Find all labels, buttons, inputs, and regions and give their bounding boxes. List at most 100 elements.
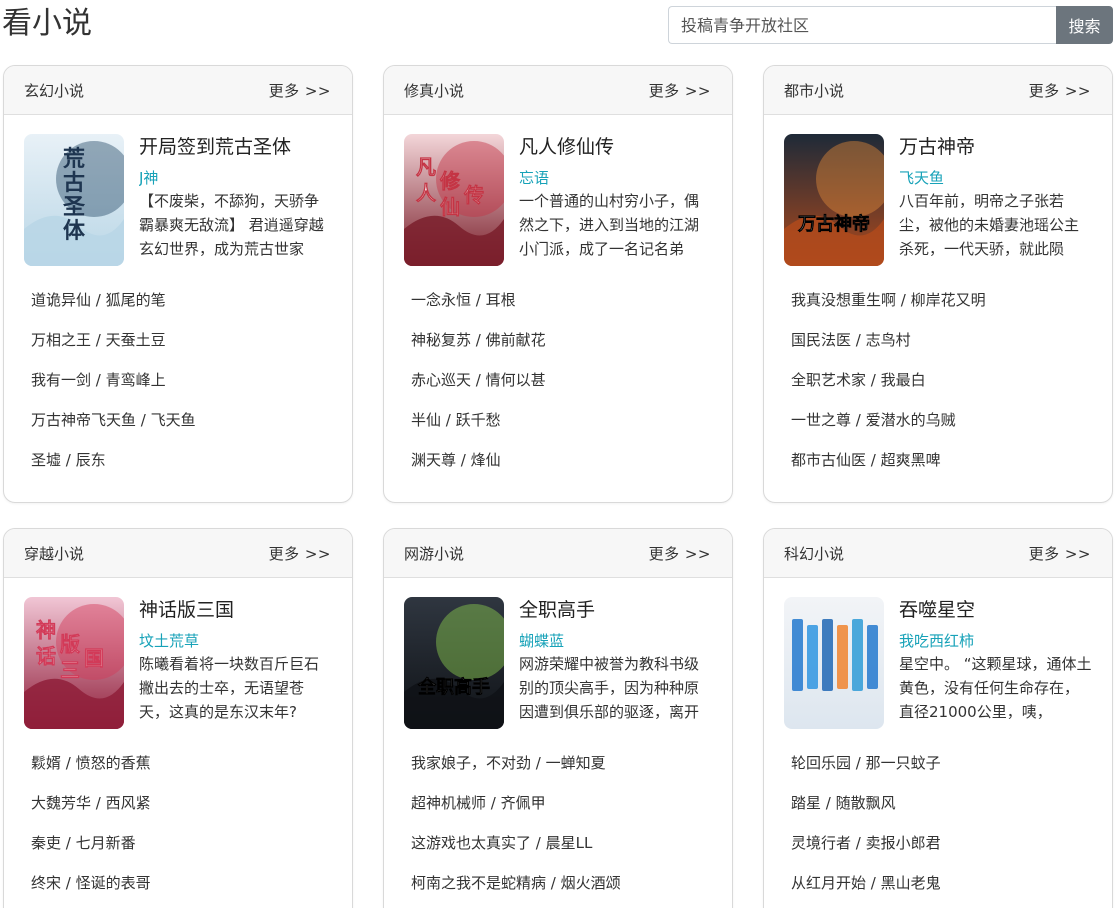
featured-book[interactable]: 凡人修仙传 凡人修仙传 忘语 一个普通的山村穷小子，偶然之下，进入到当地的江湖小…	[384, 115, 732, 267]
book-cover-image[interactable]: 神话版三国	[24, 597, 124, 729]
book-cover-image[interactable]: 凡人修仙传	[404, 134, 504, 266]
book-list-item[interactable]: 万古神帝飞天鱼 / 飞天鱼	[31, 400, 332, 440]
book-list-item[interactable]: 圣墟 / 辰东	[31, 440, 332, 480]
featured-author[interactable]: J神	[139, 167, 332, 189]
book-list-item[interactable]: 赤心巡天 / 情何以甚	[411, 360, 712, 400]
book-list-item[interactable]: 渊天尊 / 烽仙	[411, 440, 712, 480]
book-list-item[interactable]: 终宋 / 怪诞的表哥	[31, 863, 332, 903]
more-link[interactable]: 更多 >>	[649, 80, 711, 101]
featured-author[interactable]: 我吃西红柿	[899, 630, 1092, 652]
featured-book[interactable]: 荒古圣体 开局签到荒古圣体 J神 【不废柴，不舔狗，天骄争霸暴爽无敌流】 君逍遥…	[4, 115, 352, 267]
book-link[interactable]: 渊天尊 / 烽仙	[411, 451, 501, 469]
book-list-item[interactable]: 灵境行者 / 卖报小郎君	[791, 823, 1092, 863]
book-cover-image[interactable]: 荒古圣体	[24, 134, 124, 266]
book-link[interactable]: 轮回乐园 / 那一只蚊子	[791, 754, 941, 772]
svg-text:荒: 荒	[63, 146, 85, 172]
featured-author[interactable]: 忘语	[519, 167, 712, 189]
book-list-item[interactable]: 秦吏 / 七月新番	[31, 823, 332, 863]
more-link[interactable]: 更多 >>	[649, 543, 711, 564]
book-list: 我家娘子，不对劲 / 一蝉知夏 超神机械师 / 齐佩甲这游戏也太真实了 / 晨星L…	[384, 743, 732, 903]
book-link[interactable]: 秦吏 / 七月新番	[31, 834, 136, 852]
book-author: 超爽黑啤	[880, 451, 941, 469]
book-list-item[interactable]: 柯南之我不是蛇精病 / 烟火酒颂	[411, 863, 712, 903]
more-link[interactable]: 更多 >>	[1029, 80, 1091, 101]
book-title: 我有一剑	[31, 371, 92, 389]
featured-book[interactable]: 万古神帝 万古神帝 飞天鱼 八百年前，明帝之子张若尘，被他的未婚妻池瑶公主杀死，…	[764, 115, 1112, 267]
featured-title[interactable]: 全职高手	[519, 597, 712, 623]
book-list-item[interactable]: 鬏婿 / 愤怒的香蕉	[31, 743, 332, 783]
book-link[interactable]: 终宋 / 怪诞的表哥	[31, 874, 151, 892]
book-link[interactable]: 这游戏也太真实了 / 晨星LL	[411, 834, 592, 852]
book-list-item[interactable]: 半仙 / 跃千愁	[411, 400, 712, 440]
book-list-item[interactable]: 超神机械师 / 齐佩甲	[411, 783, 712, 823]
book-link[interactable]: 灵境行者 / 卖报小郎君	[791, 834, 941, 852]
book-link[interactable]: 万相之王 / 天蚕土豆	[31, 331, 166, 349]
featured-book[interactable]: 神话版三国 神话版三国 坟土荒草 陈曦看着将一块数百斤巨石撇出去的士卒，无语望苍…	[4, 578, 352, 730]
book-link[interactable]: 鬏婿 / 愤怒的香蕉	[31, 754, 151, 772]
book-list-item[interactable]: 神秘复苏 / 佛前献花	[411, 320, 712, 360]
category-card: 穿越小说 更多 >> 神话版三国 神话版三国 坟土荒草 陈曦看着将一块数百斤巨石…	[3, 528, 353, 908]
search-button[interactable]: 搜索	[1056, 6, 1113, 44]
book-list-item[interactable]: 大魏芳华 / 西风紧	[31, 783, 332, 823]
book-link[interactable]: 我真没想重生啊 / 柳岸花又明	[791, 291, 986, 309]
book-cover-image[interactable]: 万古神帝	[784, 134, 884, 266]
book-link[interactable]: 超神机械师 / 齐佩甲	[411, 794, 546, 812]
book-link[interactable]: 都市古仙医 / 超爽黑啤	[791, 451, 941, 469]
featured-title[interactable]: 万古神帝	[899, 134, 1092, 160]
featured-book[interactable]: 全职高手 全职高手 蝴蝶蓝 网游荣耀中被誉为教科书级别的顶尖高手，因为种种原因遭…	[384, 578, 732, 730]
book-title: 万相之王	[31, 331, 92, 349]
book-cover-image[interactable]	[784, 597, 884, 729]
book-link[interactable]: 一念永恒 / 耳根	[411, 291, 516, 309]
more-link[interactable]: 更多 >>	[1029, 543, 1091, 564]
book-link[interactable]: 柯南之我不是蛇精病 / 烟火酒颂	[411, 874, 621, 892]
featured-title[interactable]: 吞噬星空	[899, 597, 1092, 623]
book-title: 半仙	[411, 411, 442, 429]
book-list-item[interactable]: 一念永恒 / 耳根	[411, 280, 712, 320]
book-link[interactable]: 一世之尊 / 爱潜水的乌贼	[791, 411, 956, 429]
book-cover-image[interactable]: 全职高手	[404, 597, 504, 729]
book-link[interactable]: 赤心巡天 / 情何以甚	[411, 371, 546, 389]
book-author: 怪诞的表哥	[75, 874, 151, 892]
book-link[interactable]: 神秘复苏 / 佛前献花	[411, 331, 546, 349]
book-link[interactable]: 万古神帝飞天鱼 / 飞天鱼	[31, 411, 196, 429]
book-link[interactable]: 踏星 / 随散飘风	[791, 794, 896, 812]
featured-author[interactable]: 蝴蝶蓝	[519, 630, 712, 652]
book-link[interactable]: 圣墟 / 辰东	[31, 451, 106, 469]
book-list-item[interactable]: 万相之王 / 天蚕土豆	[31, 320, 332, 360]
featured-title[interactable]: 凡人修仙传	[519, 134, 712, 160]
featured-book[interactable]: 吞噬星空 我吃西红柿 星空中。 “这颗星球，通体土黄色，没有任何生命存在，直径2…	[764, 578, 1112, 730]
book-list-item[interactable]: 我家娘子，不对劲 / 一蝉知夏	[411, 743, 712, 783]
svg-text:人: 人	[416, 181, 437, 205]
book-list-item[interactable]: 我有一剑 / 青鸾峰上	[31, 360, 332, 400]
book-list-item[interactable]: 都市古仙医 / 超爽黑啤	[791, 440, 1092, 480]
book-link[interactable]: 半仙 / 跃千愁	[411, 411, 501, 429]
book-list-item[interactable]: 我真没想重生啊 / 柳岸花又明	[791, 280, 1092, 320]
book-list-item[interactable]: 国民法医 / 志鸟村	[791, 320, 1092, 360]
card-header: 修真小说 更多 >>	[384, 66, 732, 115]
book-link[interactable]: 我有一剑 / 青鸾峰上	[31, 371, 166, 389]
book-link[interactable]: 我家娘子，不对劲 / 一蝉知夏	[411, 754, 606, 772]
book-list-item[interactable]: 轮回乐园 / 那一只蚊子	[791, 743, 1092, 783]
svg-text:全职高手: 全职高手	[417, 676, 490, 698]
book-author: 爱潜水的乌贼	[865, 411, 956, 429]
more-link[interactable]: 更多 >>	[269, 80, 331, 101]
book-list-item[interactable]: 全职艺术家 / 我最白	[791, 360, 1092, 400]
book-list-item[interactable]: 道诡异仙 / 狐尾的笔	[31, 280, 332, 320]
book-list-item[interactable]: 从红月开始 / 黑山老鬼	[791, 863, 1092, 903]
search-input[interactable]	[668, 6, 1056, 44]
featured-title[interactable]: 神话版三国	[139, 597, 332, 623]
book-title: 我家娘子，不对劲	[411, 754, 532, 772]
book-list-item[interactable]: 一世之尊 / 爱潜水的乌贼	[791, 400, 1092, 440]
book-link[interactable]: 道诡异仙 / 狐尾的笔	[31, 291, 166, 309]
book-link[interactable]: 大魏芳华 / 西风紧	[31, 794, 151, 812]
featured-author[interactable]: 坟土荒草	[139, 630, 332, 652]
book-title: 圣墟	[31, 451, 62, 469]
book-link[interactable]: 从红月开始 / 黑山老鬼	[791, 874, 941, 892]
featured-author[interactable]: 飞天鱼	[899, 167, 1092, 189]
book-list-item[interactable]: 这游戏也太真实了 / 晨星LL	[411, 823, 712, 863]
more-link[interactable]: 更多 >>	[269, 543, 331, 564]
book-link[interactable]: 国民法医 / 志鸟村	[791, 331, 911, 349]
book-link[interactable]: 全职艺术家 / 我最白	[791, 371, 926, 389]
featured-title[interactable]: 开局签到荒古圣体	[139, 134, 332, 160]
book-list-item[interactable]: 踏星 / 随散飘风	[791, 783, 1092, 823]
